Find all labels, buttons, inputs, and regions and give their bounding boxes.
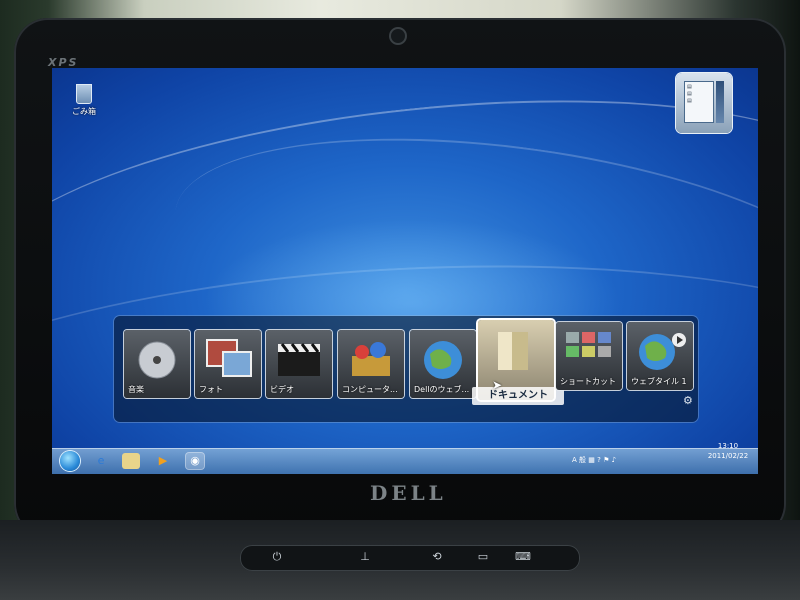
dock-tile-photo[interactable]: フォト [195,330,261,398]
webcam-icon [391,29,405,43]
taskbar-clock[interactable]: 13:10 2011/02/22 [704,441,752,461]
explorer-icon[interactable] [122,453,140,469]
system-tray[interactable]: A 般 ▦ ? ⚑ ♪ [572,450,616,470]
dock-tile-computer[interactable]: コンピュータ... [338,330,404,398]
photo-icon [206,339,252,377]
keyboard-icon[interactable]: ⌨ [514,551,532,563]
mouse-cursor-icon: ➤ [492,378,503,392]
shortcut-grid-icon [566,332,611,357]
dock-tile-video[interactable]: ビデオ [266,330,332,398]
folder-icon [498,332,528,370]
computer-icon [352,342,390,376]
clapper-icon [278,343,320,376]
dock-taskbar-icon[interactable]: ◉ [186,453,204,469]
dock-tile-music[interactable]: 音楽 [124,330,190,398]
volume-icon[interactable]: ♪ [612,456,616,464]
wireless-icon[interactable]: ⊥ [356,551,374,563]
active-tile-caption: ドキュメント [472,387,564,405]
music-disc-icon [138,341,176,379]
media-player-icon[interactable]: ▶ [154,453,172,469]
power-icon[interactable]: ⏻ [268,551,286,563]
gadget-panel: ▤ ▤ ▤ [684,81,714,123]
ie-icon[interactable]: e [92,453,110,469]
globe-icon [424,341,462,379]
sync-icon[interactable]: ⟲ [428,551,446,563]
dell-logo: DELL [370,481,447,505]
dock-tile-web-tile[interactable]: ウェブタイル 1 [627,322,693,390]
clock-time: 13:10 [717,442,739,450]
dock-tile-shortcuts[interactable]: ショートカット [556,322,622,390]
cpu-meter-gadget[interactable]: ▤ ▤ ▤ [676,73,732,133]
dock-tile-label: ショートカット [560,377,616,386]
dock-tile-label: ウェブタイル 1 [631,377,687,386]
globe-play-icon [639,333,686,370]
flag-icon[interactable]: ⚑ [603,456,609,464]
clock-date: 2011/02/22 [707,452,749,460]
help-icon[interactable]: ? [597,456,601,464]
dock-tile-label: フォト [199,385,223,394]
monitor-icon[interactable]: ▭ [474,551,492,563]
dock-settings-gear-icon[interactable]: ⚙ [683,394,693,407]
ime-indicator[interactable]: A 般 [572,456,588,464]
gadget-stripe [716,81,724,123]
network-icon[interactable]: ▦ [588,456,595,464]
recycle-bin[interactable]: ごみ箱 [64,84,104,117]
recycle-bin-label: ごみ箱 [72,107,96,116]
dock-tile-label: ビデオ [270,385,294,394]
dock-tile-label: Dellのウェブ... [414,385,470,394]
dock-tile-label: 音楽 [128,385,144,394]
dock-tile-dell-web[interactable]: Dellのウェブ... [410,330,476,398]
start-button[interactable] [60,451,80,471]
recycle-bin-icon [76,84,92,104]
dock-tile-label: コンピュータ... [342,385,398,394]
